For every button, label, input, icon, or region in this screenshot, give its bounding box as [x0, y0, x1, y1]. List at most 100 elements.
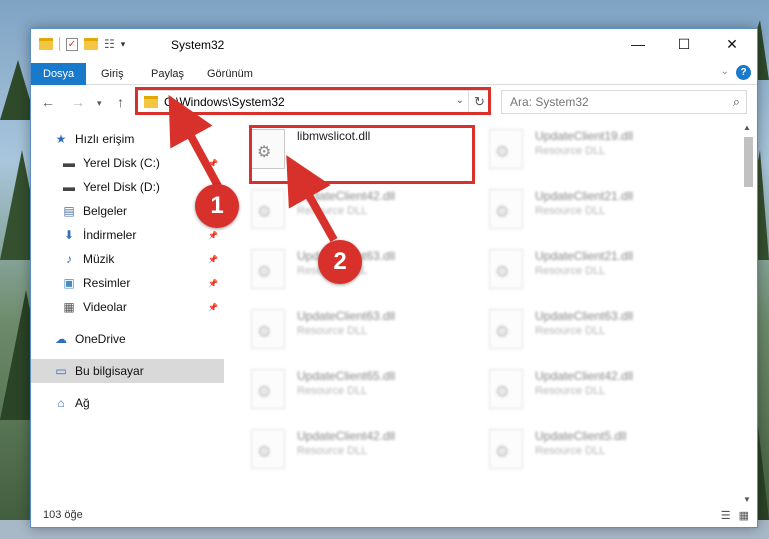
search-icon[interactable]: ⌕ [733, 94, 740, 110]
file-type: Resource DLL [535, 385, 606, 397]
file-type: Resource DLL [535, 205, 606, 217]
scrollbar-thumb[interactable] [744, 137, 753, 187]
gear-icon: ⚙ [257, 264, 272, 281]
file-type: Resource DLL [535, 445, 606, 457]
file-name: UpdateClient65.dll [297, 369, 396, 383]
file-item[interactable]: ⚙ UpdateClient19.dll Resource DLL [469, 123, 699, 175]
view-toggles: ☰ ▦ [721, 509, 749, 522]
new-folder-icon[interactable] [84, 38, 98, 50]
scroll-up-icon[interactable]: ▲ [743, 123, 751, 132]
cloud-icon: ☁ [55, 332, 67, 346]
gear-icon: ⚙ [495, 324, 510, 341]
up-arrow-icon[interactable]: ↑ [117, 94, 124, 110]
tab-share[interactable]: Paylaş [141, 63, 194, 85]
file-item[interactable]: ⚙ UpdateClient63.dll Resource DLL [469, 303, 699, 355]
video-icon: ▦ [63, 300, 75, 314]
sidebar-item-label: OneDrive [75, 332, 126, 346]
music-icon: ♪ [66, 252, 72, 266]
help-icon[interactable]: ? [736, 65, 751, 80]
sidebar-item-label: Belgeler [83, 204, 128, 218]
gear-icon: ⚙ [495, 264, 510, 281]
sidebar-item[interactable]: ▬ Yerel Disk (C:) 📌 [31, 151, 224, 175]
file-name: UpdateClient21.dll [535, 189, 634, 203]
window-title: System32 [171, 38, 225, 52]
close-button[interactable]: ✕ [709, 29, 755, 59]
tab-file[interactable]: Dosya [31, 63, 87, 85]
dll-file-icon: ⚙ [489, 309, 523, 349]
gear-icon: ⚙ [257, 384, 272, 401]
tab-view[interactable]: Görünüm [197, 63, 263, 85]
status-bar: 103 öğe ☰ ▦ [31, 505, 757, 527]
file-item[interactable]: ⚙ UpdateClient21.dll Resource DLL [469, 183, 699, 235]
file-name: UpdateClient63.dll [535, 309, 634, 323]
sidebar-item-label: Müzik [83, 252, 115, 266]
file-highlight-box [249, 125, 475, 184]
search-box[interactable]: ⌕ [501, 90, 747, 114]
document-icon: ▤ [63, 204, 75, 218]
gear-icon: ⚙ [495, 384, 510, 401]
star-icon: ★ [55, 132, 67, 146]
file-type: Resource DLL [535, 145, 606, 157]
properties-icon[interactable]: ☷ [104, 37, 115, 51]
navigation-pane: ★ Hızlı erişim ▬ Yerel Disk (C:) 📌 ▬ Yerel Dis… [31, 121, 224, 506]
download-icon: ⬇ [63, 228, 75, 242]
sidebar-item[interactable]: ☁ OneDrive [31, 327, 224, 351]
pin-icon[interactable]: 📌 [208, 279, 218, 288]
sidebar-item-label: Resimler [83, 276, 131, 290]
title-bar: ✓ ☷ ▾ System32 — ☐ ✕ [31, 29, 757, 61]
address-highlight-box [135, 87, 491, 115]
file-item[interactable]: ⚙ UpdateClient42.dll Resource DLL [231, 423, 461, 475]
step-badge-1: 1 [195, 184, 239, 228]
sidebar-item-label: Yerel Disk (C:) [83, 156, 160, 170]
sidebar-item[interactable]: ▦ Videolar 📌 [31, 295, 224, 319]
tab-home[interactable]: Giriş [91, 63, 134, 85]
computer-icon: ▭ [55, 364, 67, 378]
dll-file-icon: ⚙ [251, 189, 285, 229]
vertical-scrollbar[interactable]: ▲ ▼ [741, 121, 755, 506]
file-item[interactable]: ⚙ UpdateClient63.dll Resource DLL [231, 303, 461, 355]
sidebar-item[interactable]: ★ Hızlı erişim [31, 127, 224, 151]
scroll-down-icon[interactable]: ▼ [743, 495, 751, 504]
file-type: Resource DLL [297, 445, 368, 457]
toolbar-divider [59, 37, 60, 51]
file-item[interactable]: ⚙ UpdateClient42.dll Resource DLL [231, 183, 461, 235]
back-arrow-icon[interactable]: ← [41, 94, 55, 110]
file-type: Resource DLL [297, 205, 368, 217]
pin-icon[interactable]: 📌 [208, 303, 218, 312]
pin-icon[interactable]: 📌 [208, 159, 218, 168]
large-icons-view-icon[interactable]: ▦ [739, 509, 749, 522]
ribbon-expand-icon[interactable]: ⌄ [721, 66, 729, 77]
search-input[interactable] [510, 91, 710, 113]
pin-icon[interactable]: 📌 [208, 231, 218, 240]
sidebar-item[interactable]: ▬Yerel Disk (D:)📌 [31, 175, 224, 199]
customize-toolbar-icon[interactable]: ▾ [121, 39, 126, 50]
sidebar-item[interactable]: ▭ Bu bilgisayar [31, 359, 224, 383]
pin-icon[interactable]: 📌 [208, 255, 218, 264]
sidebar-item-label: Videolar [83, 300, 127, 314]
dll-file-icon: ⚙ [489, 189, 523, 229]
file-item[interactable]: ⚙ UpdateClient65.dll Resource DLL [231, 363, 461, 415]
sidebar-item[interactable]: ⬇ İndirmeler 📌 [31, 223, 224, 247]
dll-file-icon: ⚙ [251, 249, 285, 289]
file-type: Resource DLL [535, 325, 606, 337]
sidebar-item[interactable]: ♪ Müzik 📌 [31, 247, 224, 271]
file-item[interactable]: ⚙ UpdateClient42.dll Resource DLL [469, 363, 699, 415]
file-item[interactable]: ⚙ UpdateClient21.dll Resource DLL [469, 243, 699, 295]
item-count: 103 öğe [43, 509, 83, 521]
drive-icon: ▬ [63, 156, 75, 170]
maximize-button[interactable]: ☐ [661, 29, 707, 59]
file-name: UpdateClient42.dll [297, 189, 396, 203]
drive-icon: ▬ [63, 180, 75, 194]
sidebar-item[interactable]: ▣ Resimler 📌 [31, 271, 224, 295]
forward-arrow-icon[interactable]: → [71, 94, 85, 110]
dll-file-icon: ⚙ [251, 429, 285, 469]
file-item[interactable]: ⚙ UpdateClient5.dll Resource DLL [469, 423, 699, 475]
recent-locations-icon[interactable]: ▾ [97, 98, 102, 109]
minimize-button[interactable]: — [615, 29, 661, 59]
sidebar-item[interactable]: ⌂ Ağ [31, 391, 224, 415]
sidebar-item-label: Yerel Disk (D:) [83, 180, 160, 194]
ribbon-tabs: Dosya Giriş Paylaş Görünüm ⌄ ? [31, 61, 757, 85]
details-view-icon[interactable]: ☰ [721, 509, 731, 522]
file-type: Resource DLL [535, 265, 606, 277]
properties-check-icon[interactable]: ✓ [66, 37, 78, 51]
